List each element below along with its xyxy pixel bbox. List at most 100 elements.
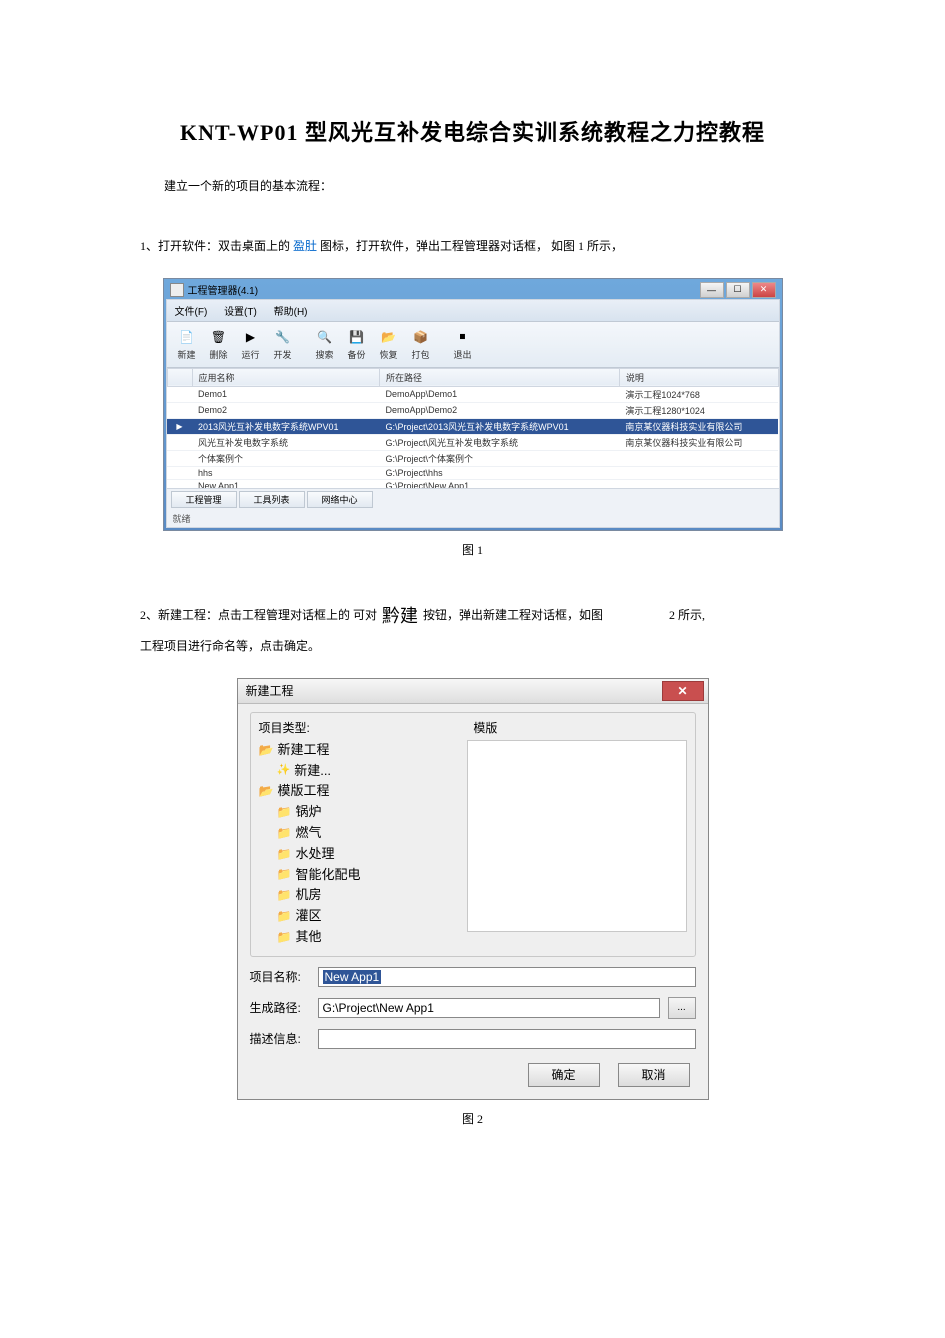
toolbar-运行[interactable]: ▶运行 <box>237 326 265 363</box>
folder-closed-icon: 📁 <box>277 928 292 947</box>
name-label: 项目名称: <box>250 968 310 985</box>
desc-label: 描述信息: <box>250 1030 310 1047</box>
menu-help[interactable]: 帮助(H) <box>274 307 308 318</box>
tree-label: 模版工程 <box>277 781 329 802</box>
cell-desc <box>619 479 778 488</box>
p2-mid: 按钮，弹出新建工程对话框，如图 <box>423 607 603 621</box>
cell-name: 个体案例个 <box>192 450 380 466</box>
p1-prefix: 1、打开软件：双击桌面上的 <box>140 239 290 253</box>
cell-path: DemoApp\Demo2 <box>380 402 620 418</box>
bottom-tabs: 工程管理 工具列表 网络中心 <box>167 488 779 510</box>
cell-name: New App1 <box>192 479 380 488</box>
toolbar-新建[interactable]: 📄新建 <box>173 326 201 363</box>
cell-desc: 南京某仪器科技实业有限公司 <box>619 418 778 434</box>
table-row[interactable]: 个体案例个G:\Project\个体案例个 <box>167 450 778 466</box>
wand-icon: ✨ <box>277 762 291 780</box>
close-button[interactable]: ✕ <box>752 282 776 298</box>
tree-item[interactable]: ✨新建... <box>259 761 456 782</box>
app-icon <box>170 283 184 297</box>
maximize-button[interactable]: ☐ <box>726 282 750 298</box>
tree-label: 新建工程 <box>277 740 329 761</box>
project-name-value: New App1 <box>323 970 382 984</box>
delete-icon: 🗑 <box>210 328 228 346</box>
cell-name: 风光互补发电数字系统 <box>192 434 380 450</box>
tree-label: 机房 <box>295 885 321 906</box>
tab-tool-list[interactable]: 工具列表 <box>239 491 305 508</box>
tree-item[interactable]: 📁灌区 <box>259 906 456 927</box>
dialog-title: 新建工程 <box>242 682 294 699</box>
toolbar-label: 退出 <box>453 348 471 361</box>
tab-project-manage[interactable]: 工程管理 <box>171 491 237 508</box>
menu-settings[interactable]: 设置(T) <box>224 307 257 318</box>
toolbar-删除[interactable]: 🗑 删除 <box>205 326 233 363</box>
tree-item[interactable]: 📁锅炉 <box>259 802 456 823</box>
cell-name: 2013风光互补发电数字系统WPV01 <box>192 418 380 434</box>
project-path-input[interactable]: G:\Project\New App1 <box>318 998 660 1018</box>
table-row[interactable]: ▶2013风光互补发电数字系统WPV01G:\Project\2013风光互补发… <box>167 418 778 434</box>
cell-path: G:\Project\hhs <box>380 466 620 479</box>
path-label: 生成路径: <box>250 999 310 1016</box>
paragraph-2: 2、新建工程：点击工程管理对话框上的 可对 黔建 按钮，弹出新建工程对话框，如图… <box>140 598 805 658</box>
project-type-tree[interactable]: 📂新建工程✨新建...📂模版工程📁锅炉📁燃气📁水处理📁智能化配电📁机房📁灌区📁其… <box>259 740 456 948</box>
cell-desc <box>619 450 778 466</box>
tree-item[interactable]: 📂新建工程 <box>259 740 456 761</box>
toolbar-开发[interactable]: 🔧开发 <box>269 326 297 363</box>
menu-file[interactable]: 文件(F) <box>175 307 208 318</box>
toolbar-label: 删除 <box>209 348 227 361</box>
search-icon: 🔍 <box>316 328 334 346</box>
menubar: 文件(F) 设置(T) 帮助(H) <box>167 300 779 322</box>
tree-label: 智能化配电 <box>295 865 360 886</box>
template-listbox[interactable] <box>467 740 686 932</box>
description-input[interactable] <box>318 1029 696 1049</box>
cell-desc: 演示工程1024*768 <box>619 386 778 402</box>
tree-label: 水处理 <box>295 844 334 865</box>
software-link[interactable]: 盈肚 <box>293 239 317 253</box>
window-titlebar: 工程管理器(4.1) — ☐ ✕ <box>166 281 780 299</box>
tab-network[interactable]: 网络中心 <box>307 491 373 508</box>
col-desc[interactable]: 说明 <box>619 368 778 386</box>
status-bar: 就绪 <box>167 510 779 527</box>
cell-path: G:\Project\风光互补发电数字系统 <box>380 434 620 450</box>
projects-table[interactable]: 应用名称 所在路径 说明 Demo1DemoApp\Demo1演示工程1024*… <box>167 368 779 488</box>
tree-item[interactable]: 📁燃气 <box>259 823 456 844</box>
browse-button[interactable]: ... <box>668 997 696 1019</box>
table-row[interactable]: 风光互补发电数字系统G:\Project\风光互补发电数字系统南京某仪器科技实业… <box>167 434 778 450</box>
col-path[interactable]: 所在路径 <box>380 368 620 386</box>
table-row[interactable]: Demo1DemoApp\Demo1演示工程1024*768 <box>167 386 778 402</box>
tree-item[interactable]: 📁其他 <box>259 927 456 948</box>
tree-item[interactable]: 📂模版工程 <box>259 781 456 802</box>
tree-item[interactable]: 📁水处理 <box>259 844 456 865</box>
tree-item[interactable]: 📁智能化配电 <box>259 865 456 886</box>
project-name-input[interactable]: New App1 <box>318 967 696 987</box>
close-button[interactable]: ✕ <box>662 681 704 701</box>
table-row[interactable]: Demo2DemoApp\Demo2演示工程1280*1024 <box>167 402 778 418</box>
toolbar-恢复[interactable]: 📂恢复 <box>375 326 403 363</box>
restore-icon: 📂 <box>380 328 398 346</box>
folder-closed-icon: 📁 <box>277 865 292 884</box>
table-row[interactable]: New App1G:\Project\New App1 <box>167 479 778 488</box>
cell-desc: 演示工程1280*1024 <box>619 402 778 418</box>
figure-1-caption: 图 1 <box>140 541 805 558</box>
cell-path: DemoApp\Demo1 <box>380 386 620 402</box>
cell-desc <box>619 466 778 479</box>
table-row[interactable]: hhsG:\Project\hhs <box>167 466 778 479</box>
toolbar-退出[interactable]: ⏹ 退出 <box>449 326 477 363</box>
toolbar-label: 搜索 <box>315 348 333 361</box>
paragraph-1: 1、打开软件：双击桌面上的 盈肚 图标，打开软件，弹出工程管理器对话框， 如图 … <box>140 234 805 258</box>
ok-button[interactable]: 确定 <box>528 1063 600 1087</box>
toolbar-搜索[interactable]: 🔍 搜索 <box>311 326 339 363</box>
new-project-dialog: 新建工程 ✕ 项目类型: 📂新建工程✨新建...📂模版工程📁锅炉📁燃气📁水处理📁… <box>237 678 709 1100</box>
p2-inline-word: 黔建 <box>380 606 420 626</box>
cell-desc: 南京某仪器科技实业有限公司 <box>619 434 778 450</box>
toolbar-备份[interactable]: 💾备份 <box>343 326 371 363</box>
col-name[interactable]: 应用名称 <box>192 368 380 386</box>
row-pointer-icon: ▶ <box>167 418 192 434</box>
toolbar-label: 开发 <box>273 348 291 361</box>
exit-icon: ⏹ <box>454 328 472 346</box>
cancel-button[interactable]: 取消 <box>618 1063 690 1087</box>
run-icon: ▶ <box>242 328 260 346</box>
minimize-button[interactable]: — <box>700 282 724 298</box>
tree-item[interactable]: 📁机房 <box>259 885 456 906</box>
toolbar-打包[interactable]: 📦打包 <box>407 326 435 363</box>
template-label: 模版 <box>467 719 686 736</box>
